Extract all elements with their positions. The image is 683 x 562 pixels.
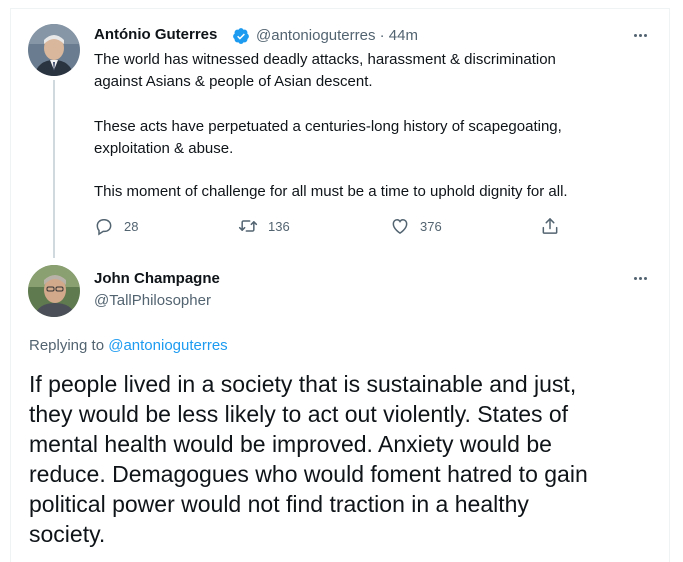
avatar-guterres[interactable]	[28, 24, 80, 76]
more-dots-icon[interactable]	[627, 26, 653, 44]
verified-badge-icon	[232, 27, 250, 45]
reply-count: 28	[124, 218, 139, 234]
replying-prefix: Replying to	[29, 337, 109, 354]
reply-body-line: reduce. Demagogues who would foment hatr…	[29, 461, 588, 487]
tweet-body-line: exploitation & abuse.	[94, 140, 234, 157]
replying-to-link[interactable]: @antonioguterres	[108, 337, 227, 354]
reply-author-name[interactable]: John Champagne	[94, 270, 220, 287]
author-name[interactable]: António Guterres	[94, 26, 217, 43]
tweet-body-line: This moment of challenge for all must be…	[94, 183, 568, 200]
reply-action[interactable]: 28	[94, 216, 138, 236]
retweet-icon	[238, 216, 258, 236]
reply-body-line: political power would not find traction …	[29, 491, 529, 517]
retweet-action[interactable]: 136	[238, 216, 290, 236]
retweet-count: 136	[268, 218, 290, 234]
tweet-body-line: These acts have perpetuated a centuries-…	[94, 118, 562, 135]
thread-connector-line	[53, 80, 55, 258]
more-dots-icon[interactable]	[627, 269, 653, 287]
replying-to-line: Replying to @antonioguterres	[29, 337, 228, 354]
like-count: 376	[420, 218, 442, 234]
reply-body-line: mental health would be improved. Anxiety…	[29, 431, 552, 457]
share-action[interactable]	[540, 216, 570, 236]
reply-icon	[94, 216, 114, 236]
avatar-champagne[interactable]	[28, 265, 80, 317]
heart-icon	[390, 216, 410, 236]
reply-body-line: If people lived in a society that is sus…	[29, 371, 577, 397]
tweet-body-line: against Asians & people of Asian descent…	[94, 73, 373, 90]
author-handle-time[interactable]: @antonioguterres · 44m	[256, 27, 418, 44]
reply-body-line: society.	[29, 521, 106, 547]
tweet-body-line: The world has witnessed deadly attacks, …	[94, 51, 556, 68]
share-icon	[540, 216, 560, 236]
like-action[interactable]: 376	[390, 216, 442, 236]
reply-author-handle[interactable]: @TallPhilosopher	[94, 292, 211, 309]
reply-body-line: they would be less likely to act out vio…	[29, 401, 569, 427]
